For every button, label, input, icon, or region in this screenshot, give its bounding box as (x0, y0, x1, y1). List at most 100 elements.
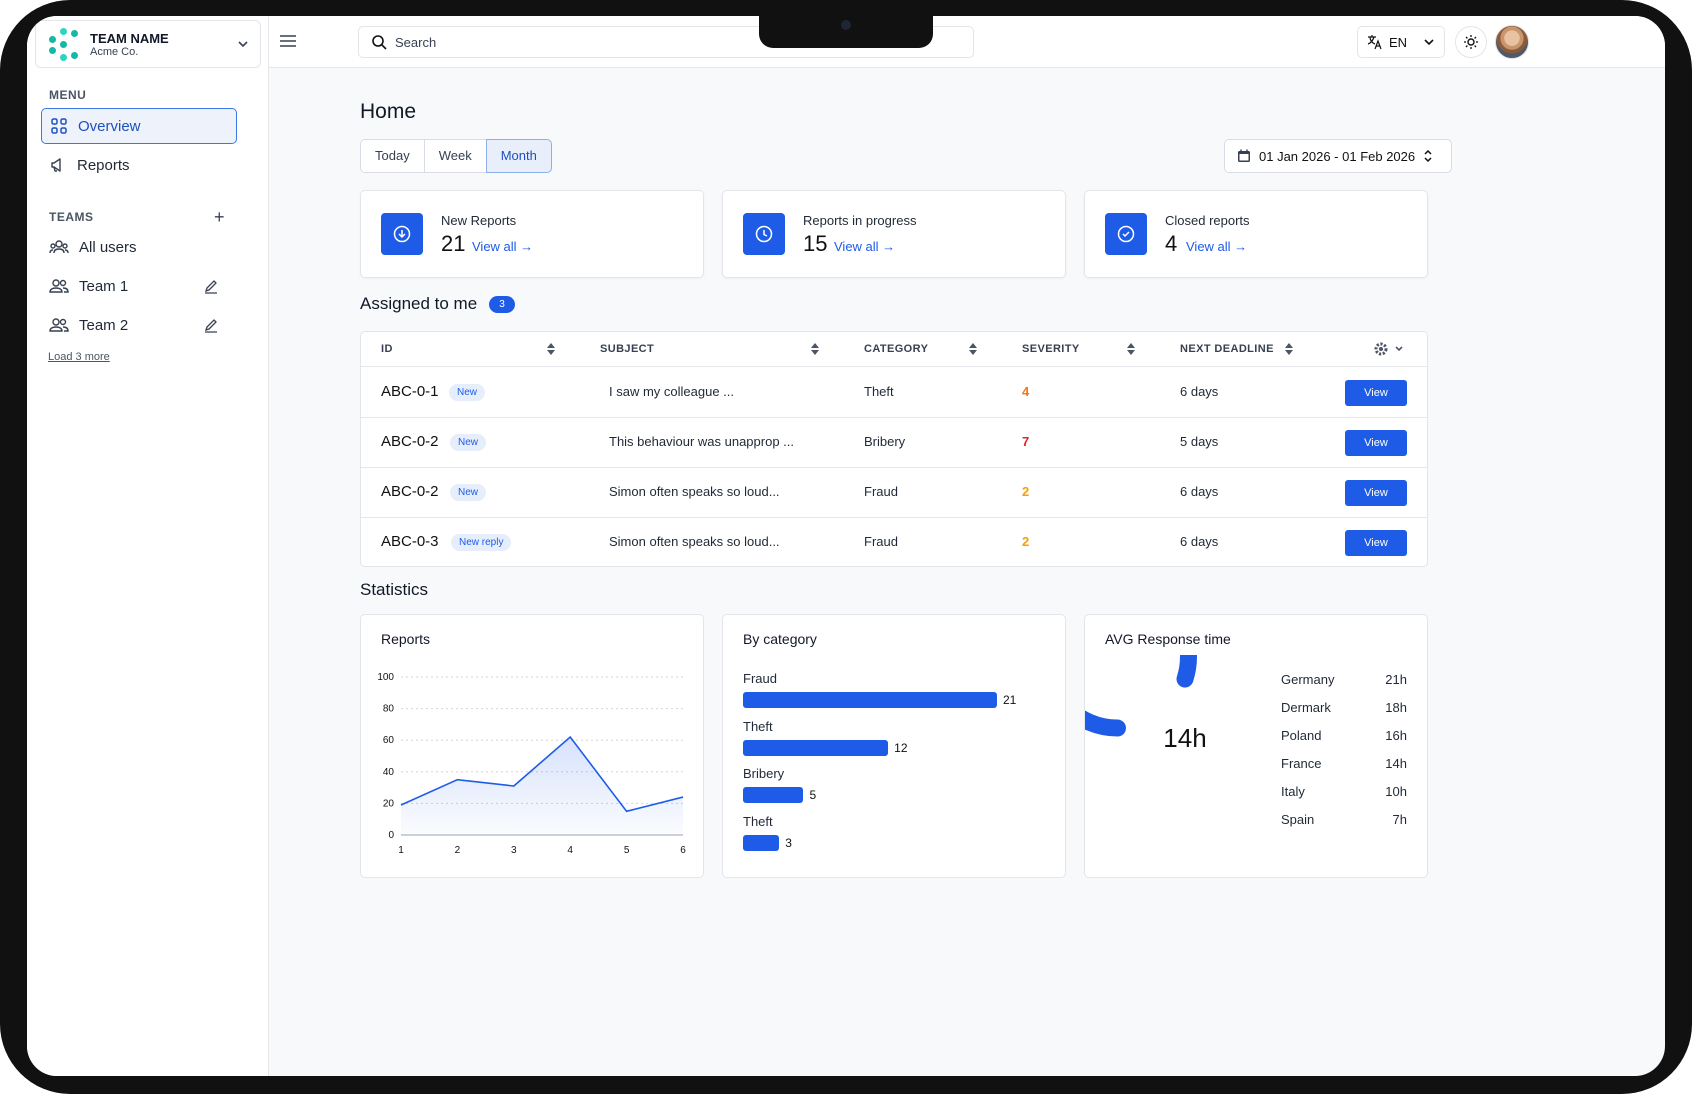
category-value: 5 (809, 788, 817, 802)
y-tick-label: 80 (383, 704, 395, 715)
user-avatar[interactable] (1495, 25, 1529, 59)
table-row[interactable]: ABC-0-1 New I saw my colleague ... Theft… (361, 368, 1427, 418)
period-selector: Today Week Month (360, 139, 552, 173)
sort-icon[interactable] (1127, 342, 1135, 356)
kpi-reports-in-progress: Reports in progress 15 View all → (722, 190, 1066, 278)
teams-label: TEAMS (49, 210, 94, 224)
row-id: ABC-0-1 (381, 383, 439, 400)
x-tick-label: 2 (455, 845, 461, 856)
kpi-value: 15 (803, 231, 828, 256)
table-row[interactable]: ABC-0-2 New This behaviour was unapprop … (361, 418, 1427, 468)
response-donut-chart (1085, 655, 1197, 737)
nav-reports-label: Reports (77, 156, 130, 174)
page-title: Home (360, 100, 417, 123)
avg-country-label: France (1281, 756, 1322, 771)
chevron-down-icon (1424, 39, 1434, 46)
nav-team-2[interactable]: Team 2 (41, 307, 237, 343)
chevron-updown-icon (1424, 149, 1432, 163)
y-tick-label: 100 (377, 672, 394, 683)
language-select[interactable]: EN (1357, 26, 1445, 58)
col-severity: SEVERITY (1022, 343, 1080, 355)
theme-toggle-button[interactable] (1455, 26, 1487, 58)
nav-team-1[interactable]: Team 1 (41, 268, 237, 304)
language-label: EN (1389, 34, 1408, 50)
edit-icon[interactable] (203, 278, 219, 294)
row-id: ABC-0-2 (381, 483, 439, 500)
nav-overview[interactable]: Overview (41, 108, 237, 144)
view-button[interactable]: View (1345, 480, 1407, 506)
col-subject: SUBJECT (600, 343, 655, 355)
add-team-button[interactable]: + (214, 207, 225, 228)
col-next-deadline: NEXT DEADLINE (1180, 343, 1274, 355)
avg-country-label: Poland (1281, 728, 1322, 743)
row-severity: 2 (1022, 534, 1030, 549)
sort-icon[interactable] (547, 342, 555, 356)
status-badge: New reply (451, 534, 512, 551)
sort-icon[interactable] (811, 342, 819, 356)
row-category: Fraud (864, 484, 898, 499)
kpi-label: Reports in progress (803, 213, 917, 228)
row-severity: 4 (1022, 384, 1030, 399)
menu-label: MENU (49, 88, 87, 102)
category-label: Bribery (743, 766, 785, 781)
y-tick-label: 20 (383, 798, 395, 809)
load-more-link[interactable]: Load 3 more (48, 351, 110, 363)
avg-country-value: 7h (1392, 812, 1407, 827)
row-subject: Simon often speaks so loud... (609, 534, 780, 549)
col-id: ID (381, 343, 393, 355)
clock-icon (743, 213, 785, 255)
row-subject: This behaviour was unapprop ... (609, 434, 794, 449)
nav-reports[interactable]: Reports (41, 147, 237, 183)
y-tick-label: 60 (383, 735, 395, 746)
row-deadline: 6 days (1180, 484, 1219, 499)
nav-team-1-label: Team 1 (79, 277, 129, 295)
nav-all-users[interactable]: All users (41, 229, 237, 265)
date-range-picker[interactable]: 01 Jan 2026 - 01 Feb 2026 (1224, 139, 1452, 173)
table-row[interactable]: ABC-0-2 New Simon often speaks so loud..… (361, 468, 1427, 518)
nav-all-users-label: All users (79, 238, 137, 256)
category-bar (743, 787, 804, 803)
date-range-label: 01 Jan 2026 - 01 Feb 2026 (1259, 148, 1416, 164)
assigned-title: Assigned to me (360, 294, 478, 313)
app-screen: TEAM NAME Acme Co. MENU Overview Reports… (27, 16, 1665, 1076)
sidebar: TEAM NAME Acme Co. MENU Overview Reports… (27, 16, 269, 1076)
row-category: Fraud (864, 534, 898, 549)
kpi-view-all-link[interactable]: View all → (1186, 239, 1247, 254)
users-group-icon (49, 240, 69, 254)
period-month[interactable]: Month (485, 139, 552, 173)
users-icon (49, 318, 69, 332)
avg-country-value: 10h (1385, 784, 1407, 799)
sort-icon[interactable] (969, 342, 977, 356)
period-today[interactable]: Today (360, 139, 425, 173)
kpi-view-all-link[interactable]: View all → (834, 239, 895, 254)
kpi-label: Closed reports (1165, 213, 1250, 228)
top-bar: Search EN (269, 16, 1665, 68)
hamburger-menu-icon[interactable] (279, 33, 297, 49)
nav-overview-label: Overview (78, 117, 141, 135)
period-week[interactable]: Week (423, 139, 487, 173)
sort-icon[interactable] (1285, 342, 1293, 356)
view-button[interactable]: View (1345, 430, 1407, 456)
x-tick-label: 3 (511, 845, 517, 856)
category-bar (743, 834, 780, 851)
kpi-view-all-link[interactable]: View all → (472, 239, 533, 254)
team-switcher[interactable]: TEAM NAME Acme Co. (35, 20, 261, 68)
table-row[interactable]: ABC-0-3 New reply Simon often speaks so … (361, 518, 1427, 568)
avg-country-value: 21h (1385, 672, 1407, 687)
category-value: 21 (1003, 693, 1017, 707)
view-button[interactable]: View (1345, 530, 1407, 556)
edit-icon[interactable] (203, 317, 219, 333)
camera-notch (759, 16, 933, 48)
avg-response-card: AVG Response time 14h Germany 21h Dermark 1… (1084, 614, 1428, 878)
search-placeholder: Search (395, 34, 437, 50)
kpi-label: New Reports (441, 213, 517, 228)
column-settings-icon[interactable] (1373, 341, 1407, 357)
avg-country-label: Germany (1281, 672, 1335, 687)
view-button[interactable]: View (1345, 380, 1407, 406)
assigned-table: ID SUBJECT CATEGORY SEVERITY NEXT DEADLI… (360, 331, 1428, 567)
category-value: 12 (894, 740, 908, 755)
category-label: Theft (743, 718, 773, 734)
row-severity: 2 (1022, 484, 1030, 499)
kpi-closed-reports: Closed reports 4 View all → (1084, 190, 1428, 278)
sun-icon (1464, 35, 1478, 49)
